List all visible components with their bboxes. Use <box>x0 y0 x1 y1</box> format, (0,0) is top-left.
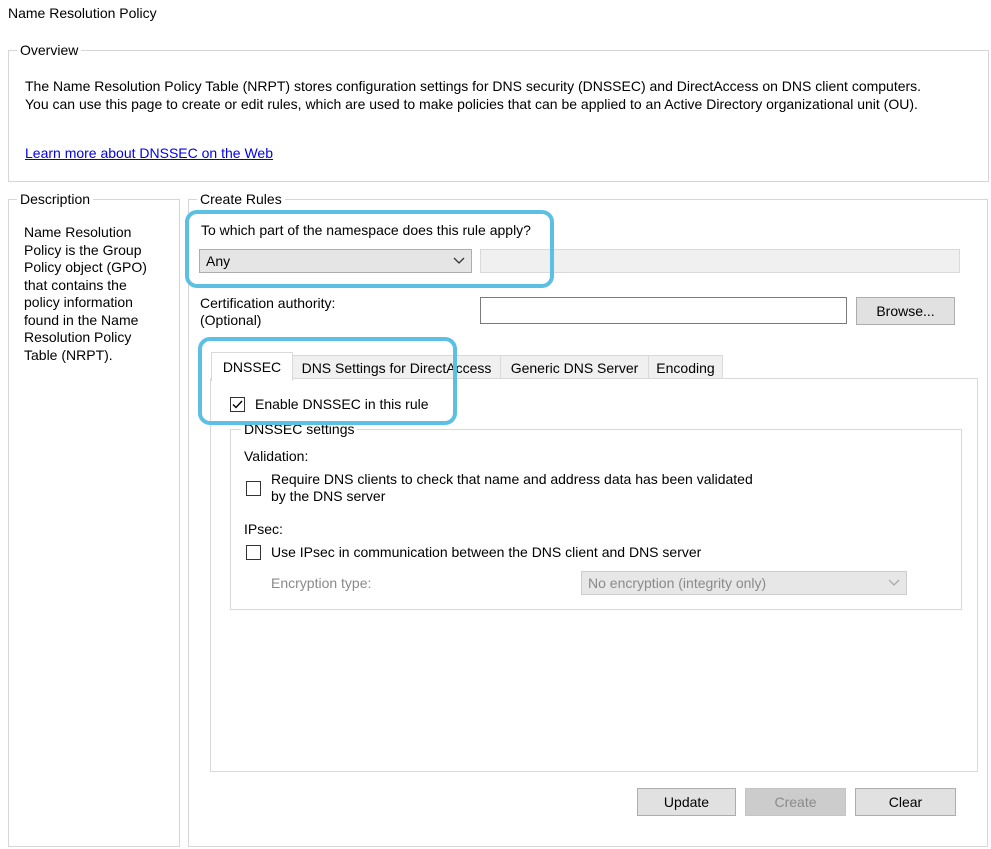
namespace-dropdown[interactable]: Any <box>199 249 472 273</box>
require-validation-checkbox[interactable] <box>246 481 261 496</box>
certification-authority-input[interactable] <box>480 297 847 324</box>
certification-authority-label: Certification authority: (Optional) <box>200 295 335 329</box>
browse-button[interactable]: Browse... <box>856 297 955 325</box>
create-rules-legend: Create Rules <box>197 190 285 208</box>
ca-label-line-1: Certification authority: <box>200 295 336 311</box>
require-validation-line-2: by the DNS server <box>271 488 386 504</box>
update-button[interactable]: Update <box>637 788 736 816</box>
description-legend: Description <box>17 190 94 208</box>
tab-generic-dns-server[interactable]: Generic DNS Server <box>500 355 649 380</box>
overview-legend: Overview <box>17 41 82 59</box>
namespace-dropdown-value: Any <box>206 253 231 269</box>
tab-dns-settings-directaccess[interactable]: DNS Settings for DirectAccess <box>292 355 501 380</box>
page-title: Name Resolution Policy <box>8 5 157 21</box>
use-ipsec-checkbox[interactable] <box>246 545 261 560</box>
checkmark-icon <box>232 400 243 409</box>
overview-group: Overview The Name Resolution Policy Tabl… <box>8 41 989 182</box>
use-ipsec-label[interactable]: Use IPsec in communication between the D… <box>271 544 701 560</box>
overview-line-1: The Name Resolution Policy Table (NRPT) … <box>25 78 922 94</box>
description-text: Name Resolution Policy is the Group Poli… <box>24 224 147 363</box>
description-group: Description Name Resolution Policy is th… <box>8 190 180 847</box>
enable-dnssec-label[interactable]: Enable DNSSEC in this rule <box>255 396 429 412</box>
require-validation-label[interactable]: Require DNS clients to check that name a… <box>271 471 811 505</box>
tab-dnssec[interactable]: DNSSEC <box>211 352 293 381</box>
learn-more-link[interactable]: Learn more about DNSSEC on the Web <box>25 145 273 161</box>
enable-dnssec-checkbox[interactable] <box>230 397 245 412</box>
overview-text: The Name Resolution Policy Table (NRPT) … <box>25 77 975 113</box>
require-validation-line-1: Require DNS clients to check that name a… <box>271 471 753 487</box>
ipsec-label: IPsec: <box>244 521 283 537</box>
overview-line-2: You can use this page to create or edit … <box>25 96 918 112</box>
clear-button[interactable]: Clear <box>855 788 956 816</box>
chevron-down-icon <box>888 572 900 594</box>
tab-encoding[interactable]: Encoding <box>648 355 723 380</box>
validation-label: Validation: <box>244 448 309 464</box>
create-rules-group: Create Rules To which part of the namesp… <box>188 190 988 847</box>
encryption-type-dropdown[interactable]: No encryption (integrity only) <box>581 571 907 595</box>
encryption-type-label: Encryption type: <box>271 575 372 591</box>
create-button[interactable]: Create <box>745 788 846 816</box>
namespace-question-label: To which part of the namespace does this… <box>201 222 531 238</box>
chevron-down-icon <box>453 250 465 272</box>
encryption-type-value: No encryption (integrity only) <box>588 575 767 591</box>
ca-label-line-2: (Optional) <box>200 312 262 328</box>
dnssec-settings-legend: DNSSEC settings <box>241 421 358 437</box>
namespace-text-field[interactable] <box>480 249 960 273</box>
